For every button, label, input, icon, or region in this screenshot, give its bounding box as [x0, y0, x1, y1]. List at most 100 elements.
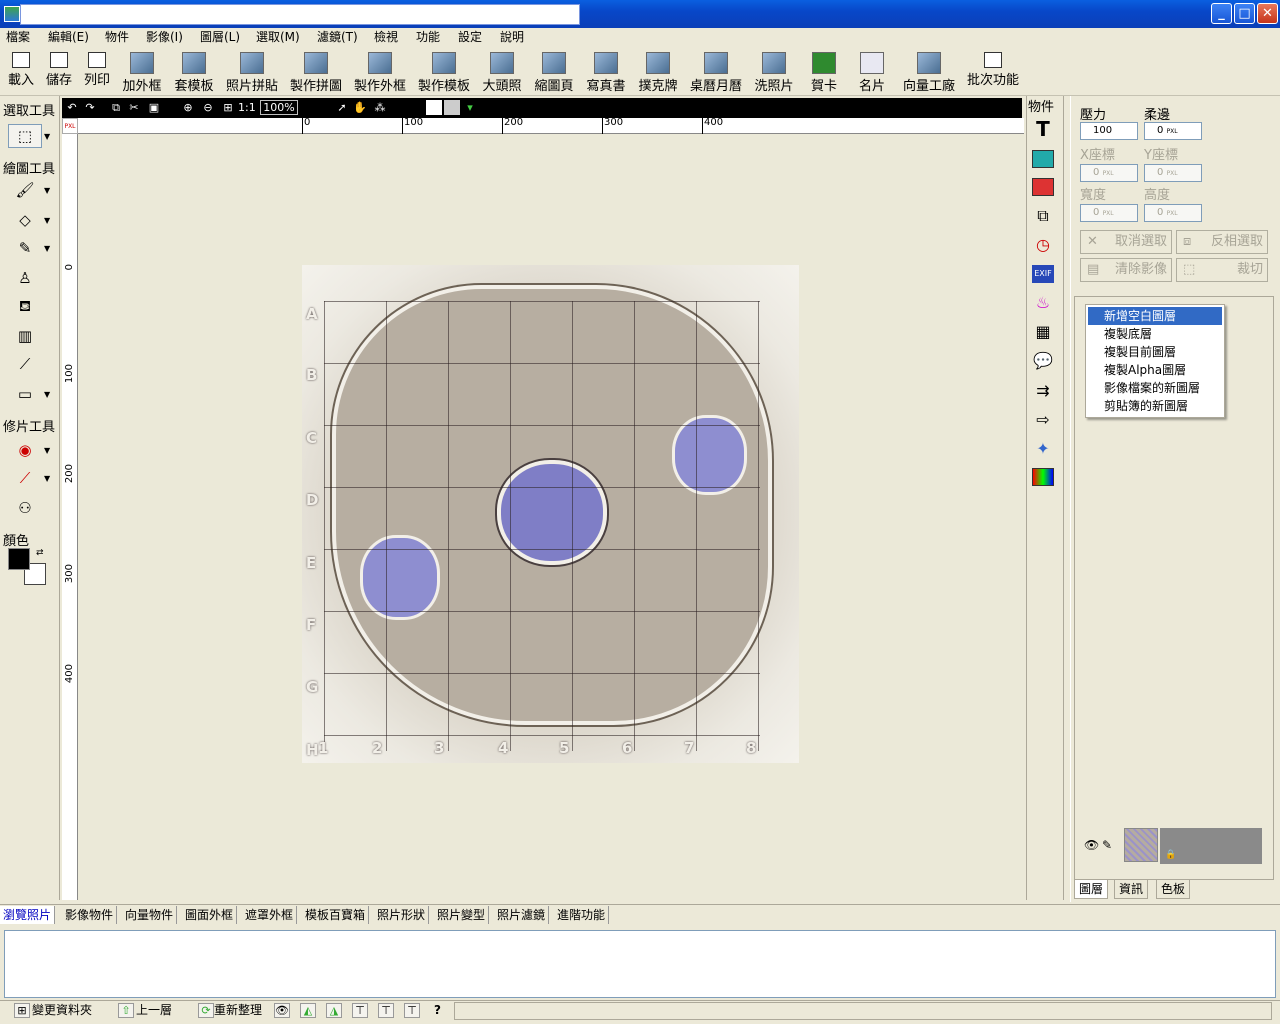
white-swatch-icon[interactable] — [426, 100, 442, 115]
redo-icon[interactable]: ↷ — [82, 100, 98, 115]
layers-object-icon[interactable]: ⧉ — [1032, 207, 1054, 225]
lines-icon[interactable]: ⇉ — [1032, 382, 1054, 400]
hand-icon[interactable]: ✋ — [352, 100, 368, 115]
business-card-button[interactable]: 名片 — [852, 50, 892, 94]
stamp-tool[interactable]: ♙ — [8, 266, 42, 290]
foreground-color-swatch[interactable] — [8, 548, 30, 570]
clock-icon[interactable]: ◷ — [1032, 236, 1054, 254]
edit-brush-icon[interactable]: ✎ — [1102, 838, 1112, 852]
chevron-down-icon[interactable]: ▾ — [462, 100, 478, 115]
maximize-button[interactable]: □ — [1234, 3, 1255, 24]
clone-tool[interactable]: ⚇ — [8, 496, 42, 520]
rect-select-tool[interactable]: ⬚ — [8, 124, 42, 148]
width-spinner[interactable]: 0 PXL — [1080, 204, 1138, 222]
print-photos-button[interactable]: 洗照片 — [752, 50, 796, 94]
up-folder-icon[interactable]: ⇧ — [118, 1003, 134, 1018]
eyedropper-tool[interactable]: ⟋ — [8, 352, 42, 376]
chevron-down-icon[interactable]: ▼ — [44, 446, 50, 455]
clear-image-button[interactable]: ▤ 清除影像 — [1080, 258, 1172, 282]
pattern-icon[interactable] — [1032, 468, 1054, 486]
close-button[interactable]: ✕ — [1257, 3, 1278, 24]
help-button[interactable]: ? — [434, 1001, 441, 1019]
tab-image-objects[interactable]: 影像物件 — [62, 906, 118, 924]
menu-object[interactable]: 物件 — [105, 29, 129, 45]
folder-tree-icon[interactable]: ⊞ — [14, 1003, 30, 1018]
swap-colors-icon[interactable]: ⇄ — [36, 548, 44, 558]
menu-file[interactable]: 檔案 — [6, 29, 30, 45]
minimize-button[interactable]: _ — [1211, 3, 1232, 24]
photo-collage-button[interactable]: 照片拼貼 — [224, 50, 280, 94]
tab-vector-objects[interactable]: 向量物件 — [122, 906, 178, 924]
up-level-button[interactable]: 上一層 — [136, 1001, 172, 1019]
make-template-button[interactable]: 製作模板 — [416, 50, 472, 94]
speech-bubble-icon[interactable]: 💬 — [1032, 352, 1054, 370]
layer-thumbnail[interactable] — [1124, 828, 1158, 862]
menu-image[interactable]: 影像(I) — [146, 29, 183, 45]
menu-duplicate-alpha-layer[interactable]: 複製Alpha圖層 — [1088, 361, 1222, 379]
menu-duplicate-current-layer[interactable]: 複製目前圖層 — [1088, 343, 1222, 361]
make-frame-button[interactable]: 製作外框 — [352, 50, 408, 94]
text-icon[interactable]: T — [1032, 119, 1054, 139]
chevron-down-icon[interactable]: ▼ — [44, 474, 50, 483]
pencil-tool[interactable]: ✎ — [8, 236, 42, 260]
pointer-icon[interactable]: ➚ — [334, 100, 350, 115]
shape-tool[interactable]: ▭ — [8, 382, 42, 406]
sort-icon[interactable]: ◭ — [300, 1003, 316, 1018]
menu-function[interactable]: 功能 — [416, 29, 440, 45]
chevron-down-icon[interactable]: ▼ — [44, 390, 50, 399]
star-icon[interactable]: ✦ — [1032, 440, 1054, 458]
birthday-cake-icon[interactable]: ♨ — [1032, 294, 1054, 312]
tab-advanced[interactable]: 進階功能 — [554, 906, 610, 924]
menu-filter[interactable]: 濾鏡(T) — [317, 29, 358, 45]
batch-button[interactable]: 批次功能 — [964, 50, 1022, 94]
pressure-spinner[interactable]: 100 — [1080, 122, 1138, 140]
photo-browser-pane[interactable] — [4, 930, 1276, 998]
menu-help[interactable]: 說明 — [500, 29, 524, 45]
chevron-down-icon[interactable]: ▼ — [44, 244, 50, 253]
menu-layer-from-clipboard[interactable]: 剪貼簿的新圖層 — [1088, 397, 1222, 415]
calendar-grid-icon[interactable]: ▦ — [1032, 323, 1054, 341]
tab-picture-frames[interactable]: 圖面外框 — [182, 906, 238, 924]
image-object-icon[interactable] — [1032, 150, 1054, 168]
crop-button[interactable]: ⬚ 裁切 — [1176, 258, 1268, 282]
cut-icon[interactable]: ✂ — [126, 100, 142, 115]
feather-spinner[interactable]: 0 PXL — [1144, 122, 1202, 140]
view-mode-3-icon[interactable]: ⊤ — [404, 1003, 420, 1018]
menu-edit[interactable]: 編輯(E) — [48, 29, 89, 45]
picture-object-icon[interactable] — [1032, 178, 1054, 196]
fill-tool[interactable]: ⛾ — [8, 294, 42, 318]
app-icon[interactable] — [4, 6, 20, 22]
sort-reverse-icon[interactable]: ◮ — [326, 1003, 342, 1018]
y-coord-spinner[interactable]: 0 PXL — [1144, 164, 1202, 182]
calendar-button[interactable]: 桌曆月曆 — [688, 50, 744, 94]
tab-layers[interactable]: 圖層 — [1074, 880, 1109, 899]
thumbnail-page-button[interactable]: 縮圖頁 — [532, 50, 576, 94]
vector-factory-button[interactable]: 向量工廠 — [900, 50, 958, 94]
print-button[interactable]: 列印 — [82, 50, 112, 94]
brush-tool[interactable]: 🖌 — [8, 178, 42, 202]
tab-swatches[interactable]: 色板 — [1156, 880, 1191, 899]
save-button[interactable]: 儲存 — [44, 50, 74, 94]
photo-book-button[interactable]: 寫真書 — [584, 50, 628, 94]
change-folder-button[interactable]: 變更資料夾 — [32, 1001, 92, 1019]
gradient-tool[interactable]: ▥ — [8, 324, 42, 348]
x-coord-spinner[interactable]: 0 PXL — [1080, 164, 1138, 182]
cancel-select-button[interactable]: ✕ 取消選取 — [1080, 230, 1172, 254]
menu-duplicate-base-layer[interactable]: 複製底層 — [1088, 325, 1222, 343]
greeting-card-button[interactable]: 賀卡 — [804, 50, 844, 94]
select-all-icon[interactable]: ⁂ — [372, 100, 388, 115]
red-eye-tool[interactable]: ◉ — [8, 438, 42, 462]
menu-layer-from-file[interactable]: 影像檔案的新圖層 — [1088, 379, 1222, 397]
menu-view[interactable]: 檢視 — [374, 29, 398, 45]
paste-icon[interactable]: ▣ — [146, 100, 162, 115]
copy-icon[interactable]: ⧉ — [108, 100, 124, 115]
zoom-out-icon[interactable]: ⊖ — [200, 100, 216, 115]
tab-photo-shapes[interactable]: 照片形狀 — [374, 906, 430, 924]
arrow-icon[interactable]: ⇨ — [1032, 411, 1054, 429]
menu-select[interactable]: 選取(M) — [256, 29, 300, 45]
tab-photo-filters[interactable]: 照片濾鏡 — [494, 906, 550, 924]
poker-card-button[interactable]: 撲克牌 — [636, 50, 680, 94]
retouch-brush-tool[interactable]: ⟋ — [8, 466, 42, 490]
height-spinner[interactable]: 0 PXL — [1144, 204, 1202, 222]
apply-template-button[interactable]: 套模板 — [172, 50, 216, 94]
